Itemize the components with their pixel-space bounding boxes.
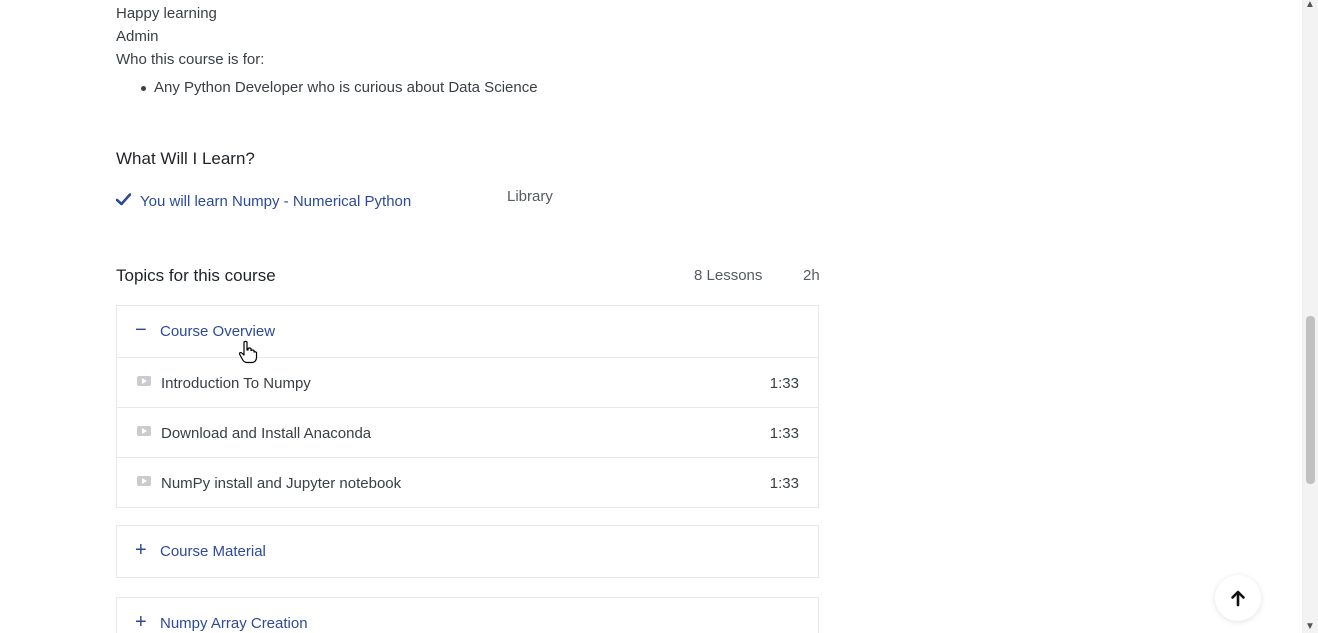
hand-cursor-icon	[238, 340, 258, 364]
expand-icon[interactable]: +	[135, 612, 147, 632]
lesson-title[interactable]: NumPy install and Jupyter notebook	[161, 475, 401, 492]
lesson-title[interactable]: Download and Install Anaconda	[161, 425, 371, 442]
lesson-row[interactable]: NumPy install and Jupyter notebook 1:33	[117, 457, 818, 507]
learn-item: You will learn Numpy - Numerical Python	[140, 193, 412, 210]
section-title[interactable]: Course Material	[160, 543, 266, 560]
section-course-overview: − Course Overview Introduction To Numpy …	[116, 305, 819, 508]
section-title[interactable]: Course Overview	[160, 323, 275, 340]
video-icon	[137, 376, 151, 386]
section-numpy-array-creation: + Numpy Array Creation	[116, 597, 819, 633]
total-duration: 2h	[803, 267, 820, 284]
section-header-course-material[interactable]: + Course Material	[117, 526, 818, 577]
arrow-up-icon	[1231, 590, 1245, 607]
lessons-count: 8 Lessons	[694, 267, 763, 284]
section-course-material: + Course Material	[116, 525, 819, 578]
lesson-title[interactable]: Introduction To Numpy	[161, 375, 311, 392]
check-icon	[115, 193, 132, 210]
lesson-duration: 1:33	[769, 425, 799, 442]
expand-icon[interactable]: +	[135, 540, 147, 560]
learn-item-suffix: Library	[507, 188, 553, 205]
learn-heading: What Will I Learn?	[116, 149, 255, 168]
scrollbar-thumb[interactable]	[1306, 316, 1315, 484]
lesson-duration: 1:33	[769, 375, 799, 392]
back-to-top-button[interactable]	[1215, 575, 1261, 621]
intro-line-admin: Admin	[116, 28, 159, 45]
collapse-icon[interactable]: −	[135, 320, 147, 340]
audience-item: Any Python Developer who is curious abou…	[141, 79, 538, 96]
lesson-row[interactable]: Download and Install Anaconda 1:33	[117, 407, 818, 457]
scroll-up-arrow-icon[interactable]: ▲	[1305, 0, 1315, 10]
lesson-duration: 1:33	[769, 475, 799, 492]
lesson-row[interactable]: Introduction To Numpy 1:33	[117, 357, 818, 407]
video-icon	[137, 476, 151, 486]
video-icon	[137, 426, 151, 436]
section-header-numpy-array-creation[interactable]: + Numpy Array Creation	[117, 598, 818, 633]
section-title[interactable]: Numpy Array Creation	[160, 615, 308, 632]
vertical-scrollbar[interactable]: ▲ ▼	[1302, 0, 1318, 633]
scroll-down-arrow-icon[interactable]: ▼	[1305, 622, 1315, 632]
audience-heading: Who this course is for:	[116, 51, 265, 68]
topics-heading: Topics for this course	[116, 266, 276, 285]
section-header-course-overview[interactable]: − Course Overview	[117, 306, 818, 357]
intro-line-happy-learning: Happy learning	[116, 5, 217, 22]
